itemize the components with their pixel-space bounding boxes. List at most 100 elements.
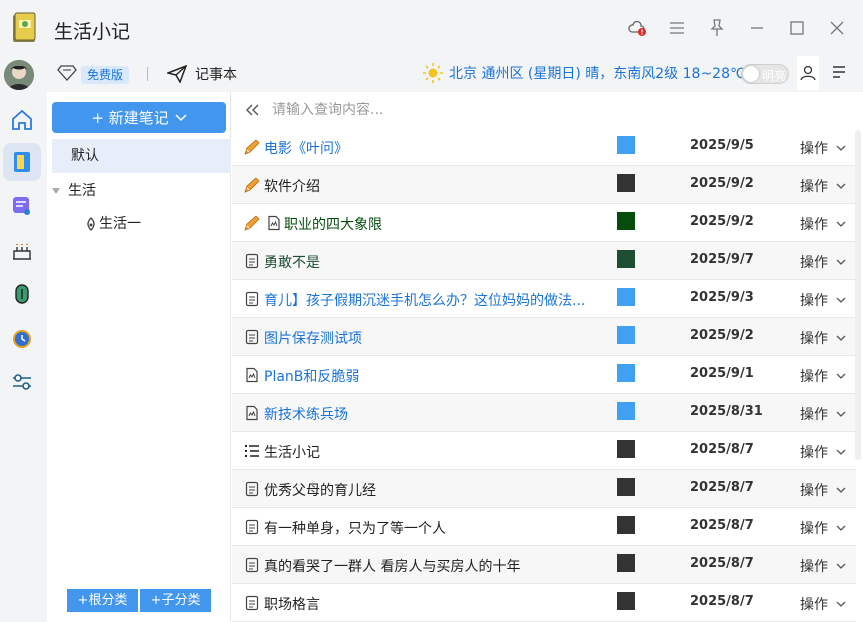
row-action-menu[interactable]: 操作 [800, 252, 846, 272]
note-row[interactable]: 职场格言 2025/8/7 操作 [232, 584, 856, 622]
note-row[interactable]: 生活小记 2025/8/7 操作 [232, 432, 856, 470]
note-title[interactable]: 职场格言 [264, 594, 320, 614]
color-swatch[interactable] [617, 250, 635, 268]
settings-sliders-nav-icon[interactable] [3, 363, 41, 401]
avatar[interactable] [4, 60, 34, 90]
category-item-life[interactable]: 生活 [52, 177, 96, 205]
note-row[interactable]: 电影《叶问》 2025/9/5 操作 [232, 128, 856, 166]
free-version-badge[interactable]: 免费版 [81, 66, 130, 84]
note-icon [244, 557, 260, 573]
maximize-icon[interactable] [785, 16, 809, 40]
row-action-menu[interactable]: 操作 [800, 594, 846, 614]
row-action-menu[interactable]: 操作 [800, 214, 846, 234]
note-row[interactable]: 勇敢不是 2025/9/7 操作 [232, 242, 856, 280]
note-row[interactable]: 有一种单身，只为了等一个人 2025/8/7 操作 [232, 508, 856, 546]
hamburger-menu-icon[interactable] [665, 16, 689, 40]
row-action-menu[interactable]: 操作 [800, 404, 846, 424]
note-icon [244, 481, 260, 497]
row-action-menu[interactable]: 操作 [800, 290, 846, 310]
note-title[interactable]: 软件介绍 [264, 176, 320, 196]
note-title[interactable]: 育儿】孩子假期沉迷手机怎么办？这位妈妈的做法... [264, 290, 585, 310]
search-input[interactable] [272, 102, 672, 118]
color-swatch[interactable] [617, 592, 635, 610]
pencil-icon [244, 177, 260, 193]
note-title[interactable]: 图片保存测试项 [264, 328, 362, 348]
color-swatch[interactable] [617, 174, 635, 192]
collapse-panel-icon[interactable] [232, 104, 272, 116]
note-title[interactable]: 真的看哭了一群人 看房人与买房人的十年 [264, 556, 520, 576]
chevron-down-icon [836, 596, 846, 612]
note-title[interactable]: 优秀父母的育儿经 [264, 480, 376, 500]
sun-icon [423, 63, 443, 83]
color-swatch[interactable] [617, 136, 635, 154]
note-row[interactable]: 育儿】孩子假期沉迷手机怎么办？这位妈妈的做法... 2025/9/3 操作 [232, 280, 856, 318]
note-date: 2025/9/2 [690, 214, 754, 229]
category-item-life-one[interactable]: 生活一 [85, 212, 141, 236]
color-swatch[interactable] [617, 364, 635, 382]
notebook-nav-icon[interactable] [3, 143, 41, 181]
chevron-down-icon [836, 178, 846, 194]
row-action-menu[interactable]: 操作 [800, 556, 846, 576]
color-swatch[interactable] [617, 516, 635, 534]
note-title[interactable]: 新技术练兵场 [264, 404, 348, 424]
note-date: 2025/9/2 [690, 328, 754, 343]
color-swatch[interactable] [617, 402, 635, 420]
category-life-one-label: 生活一 [99, 216, 141, 232]
note-row[interactable]: PlanB和反脆弱 2025/9/1 操作 [232, 356, 856, 394]
note-row[interactable]: 软件介绍 2025/9/2 操作 [232, 166, 856, 204]
add-child-category-button[interactable]: +子分类 [140, 589, 211, 612]
birthday-cake-nav-icon[interactable] [3, 231, 41, 269]
note-row[interactable]: 优秀父母的育儿经 2025/8/7 操作 [232, 470, 856, 508]
row-action-label: 操作 [800, 293, 828, 309]
color-swatch[interactable] [617, 554, 635, 572]
row-action-menu[interactable]: 操作 [800, 328, 846, 348]
note-title[interactable]: 有一种单身，只为了等一个人 [264, 518, 446, 538]
app-title: 生活小记 [54, 21, 131, 43]
add-root-category-button[interactable]: +根分类 [67, 589, 138, 612]
home-nav-icon[interactable] [3, 101, 41, 139]
note-title[interactable]: 勇敢不是 [264, 252, 320, 272]
row-action-menu[interactable]: 操作 [800, 480, 846, 500]
paperclip-nav-icon[interactable] [3, 275, 41, 313]
row-action-menu[interactable]: 操作 [800, 518, 846, 538]
pin-icon[interactable] [705, 16, 729, 40]
row-action-menu[interactable]: 操作 [800, 442, 846, 462]
music-note-nav-icon[interactable] [3, 187, 41, 225]
note-row[interactable]: 真的看哭了一群人 看房人与买房人的十年 2025/8/7 操作 [232, 546, 856, 584]
note-row[interactable]: 新技术练兵场 2025/8/31 操作 [232, 394, 856, 432]
pencil-icon [244, 139, 260, 155]
row-action-menu[interactable]: 操作 [800, 366, 846, 386]
more-menu-icon[interactable] [831, 64, 847, 84]
note-title[interactable]: 生活小记 [264, 442, 320, 462]
header-toolbar: 免费版 记事本 北京 通州区 (星期日) 晴，东南风2级 18~28℃ 明亮 [47, 56, 863, 92]
notebook-link-label: 记事本 [195, 67, 237, 83]
note-row[interactable]: 职业的四大象限 2025/9/2 操作 [232, 204, 856, 242]
row-action-label: 操作 [800, 331, 828, 347]
row-action-label: 操作 [800, 217, 828, 233]
note-title[interactable]: PlanB和反脆弱 [264, 366, 359, 386]
cloud-sync-icon[interactable] [625, 16, 649, 40]
category-panel: + 新建笔记 默认 生活 生活一 +根分类 +子分类 [47, 92, 231, 622]
note-title[interactable]: 电影《叶问》 [264, 138, 348, 158]
row-action-menu[interactable]: 操作 [800, 138, 846, 158]
list-scrollbar[interactable] [855, 130, 861, 460]
minimize-icon[interactable] [745, 16, 769, 40]
theme-toggle[interactable]: 明亮 [741, 64, 789, 84]
category-item-default[interactable]: 默认 [52, 139, 231, 173]
color-swatch[interactable] [617, 478, 635, 496]
new-note-button[interactable]: + 新建笔记 [52, 102, 226, 133]
notebook-link[interactable]: 记事本 [167, 64, 237, 84]
note-title[interactable]: 职业的四大象限 [284, 214, 382, 234]
row-action-menu[interactable]: 操作 [800, 176, 846, 196]
weather-text: 北京 通州区 (星期日) 晴，东南风2级 18~28℃ [449, 66, 746, 82]
user-icon[interactable] [797, 56, 819, 90]
alarm-clock-nav-icon[interactable] [3, 319, 41, 357]
document-icon [244, 405, 260, 421]
color-swatch[interactable] [617, 288, 635, 306]
color-swatch[interactable] [617, 326, 635, 344]
color-swatch[interactable] [617, 440, 635, 458]
color-swatch[interactable] [617, 212, 635, 230]
close-icon[interactable] [825, 16, 849, 40]
note-row[interactable]: 图片保存测试项 2025/9/2 操作 [232, 318, 856, 356]
note-icon [244, 595, 260, 611]
